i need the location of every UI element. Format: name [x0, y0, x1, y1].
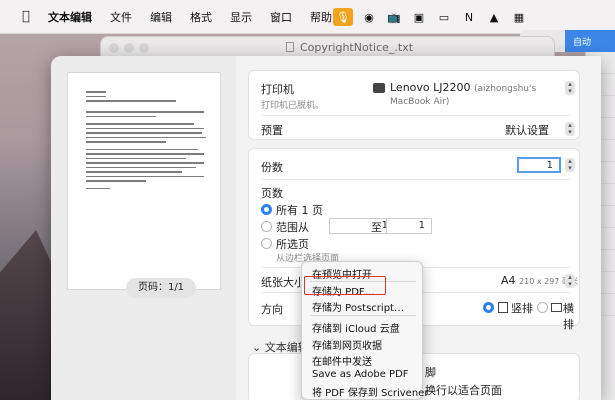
printer-label: 打印机 [261, 83, 294, 96]
menu-save-to-icloud[interactable]: 存储到 iCloud 云盘 [312, 320, 400, 335]
tv-icon[interactable]: 📺 [385, 8, 403, 26]
pages-all-label: 所有 1 页 [276, 204, 323, 217]
paper-stepper-icon[interactable]: ▴ ▾ [565, 274, 575, 288]
zoom-button[interactable] [139, 43, 149, 53]
preview-pane: 页码：1/1 [51, 56, 236, 400]
copies-stepper-icon[interactable]: ▴ ▾ [565, 158, 575, 172]
menu-save-to-web-receipts[interactable]: 存储到网页收据 [312, 337, 382, 352]
pages-all-radio[interactable] [261, 204, 272, 215]
pages-selection-label: 所选页 [276, 238, 309, 251]
menu-help[interactable]: 帮助 [310, 9, 332, 25]
document-title: CopyrightNotice_.txt [286, 41, 413, 54]
page-thumbnail[interactable]: 页码：1/1 [67, 72, 221, 298]
status-icons: 🎙 ◉ 📺 ▣ ▭ N ▲ ▦ [333, 8, 535, 26]
notion-icon[interactable]: N [460, 8, 478, 26]
text-edit-line2: 换行以适合页面 [425, 384, 502, 397]
document-window-titlebar: CopyrightNotice_.txt [100, 36, 555, 58]
display-icon[interactable]: ▭ [435, 8, 453, 26]
menu-bar:  文本编辑 文件 编辑 格式 显示 窗口 帮助 🎙 ◉ 📺 ▣ ▭ N ▲ ▦ [0, 0, 615, 34]
preset-select[interactable]: 默认设置 [505, 122, 549, 138]
bg-window-blue-tab[interactable]: 自动 [565, 30, 615, 52]
menu-edit[interactable]: 编辑 [150, 9, 172, 25]
annotation-highlight-box [304, 276, 386, 295]
menu-save-as-adobe-pdf[interactable]: Save as Adobe PDF [312, 369, 409, 380]
range-to-label: 至 [371, 221, 382, 234]
thumbnail-text-lines [86, 91, 206, 192]
menu-app-name[interactable]: 文本编辑 [48, 9, 92, 25]
minimize-button[interactable] [124, 43, 134, 53]
apple-menu-icon[interactable]:  [22, 9, 36, 24]
printer-stepper-icon[interactable]: ▴ ▾ [565, 81, 575, 95]
menu-file[interactable]: 文件 [110, 9, 132, 25]
copies-field[interactable]: 1 [517, 157, 561, 173]
mic-icon[interactable]: 🎙 [333, 8, 353, 26]
copies-label: 份数 [261, 161, 283, 174]
record-icon[interactable]: ◉ [360, 8, 378, 26]
pages-range-label: 范围从 [276, 221, 309, 234]
printer-status: 打印机已脱机。 [261, 101, 325, 111]
range-to-field[interactable]: 1 [386, 218, 432, 234]
menu-view[interactable]: 显示 [230, 9, 252, 25]
portrait-radio[interactable] [483, 302, 494, 313]
landscape-icon [551, 303, 562, 312]
portrait-label: 竖排 [511, 302, 533, 315]
orientation-label: 方向 [261, 303, 283, 316]
printer-select[interactable]: Lenovo LJ2200 (aizhongshu's MacBook Air) [390, 81, 579, 107]
menu-send-in-mail[interactable]: 在邮件中发送 [312, 353, 372, 368]
image-icon[interactable]: ▣ [410, 8, 428, 26]
menu-save-as-postscript[interactable]: 存储为 Postscript… [312, 299, 404, 314]
menu-format[interactable]: 格式 [190, 9, 212, 25]
printer-group: 打印机 Lenovo LJ2200 (aizhongshu's MacBook … [248, 70, 580, 140]
divider [261, 115, 571, 116]
portrait-icon [498, 302, 508, 313]
document-icon [286, 42, 294, 52]
text-edit-line1: 脚 [425, 366, 436, 379]
menu-window[interactable]: 窗口 [270, 9, 292, 25]
photo-icon[interactable]: ▲ [485, 8, 503, 26]
menu-separator [310, 315, 416, 316]
page-number-badge: 页码：1/1 [126, 278, 196, 298]
grid-icon[interactable]: ▦ [510, 8, 528, 26]
pages-selection-radio[interactable] [261, 238, 272, 249]
preset-stepper-icon[interactable]: ▴ ▾ [565, 122, 575, 136]
pages-range-radio[interactable] [261, 221, 272, 232]
preset-label: 预置 [261, 124, 283, 137]
landscape-radio[interactable] [537, 302, 548, 313]
menu-save-pdf-to-scrivener[interactable]: 将 PDF 保存到 Scrivener [312, 384, 428, 399]
close-button[interactable] [109, 43, 119, 53]
divider [261, 179, 571, 180]
landscape-label: 横排 [563, 302, 574, 331]
pages-label: 页数 [261, 187, 283, 200]
paper-size-label: 纸张大小 [261, 276, 305, 289]
printer-icon [373, 83, 385, 93]
